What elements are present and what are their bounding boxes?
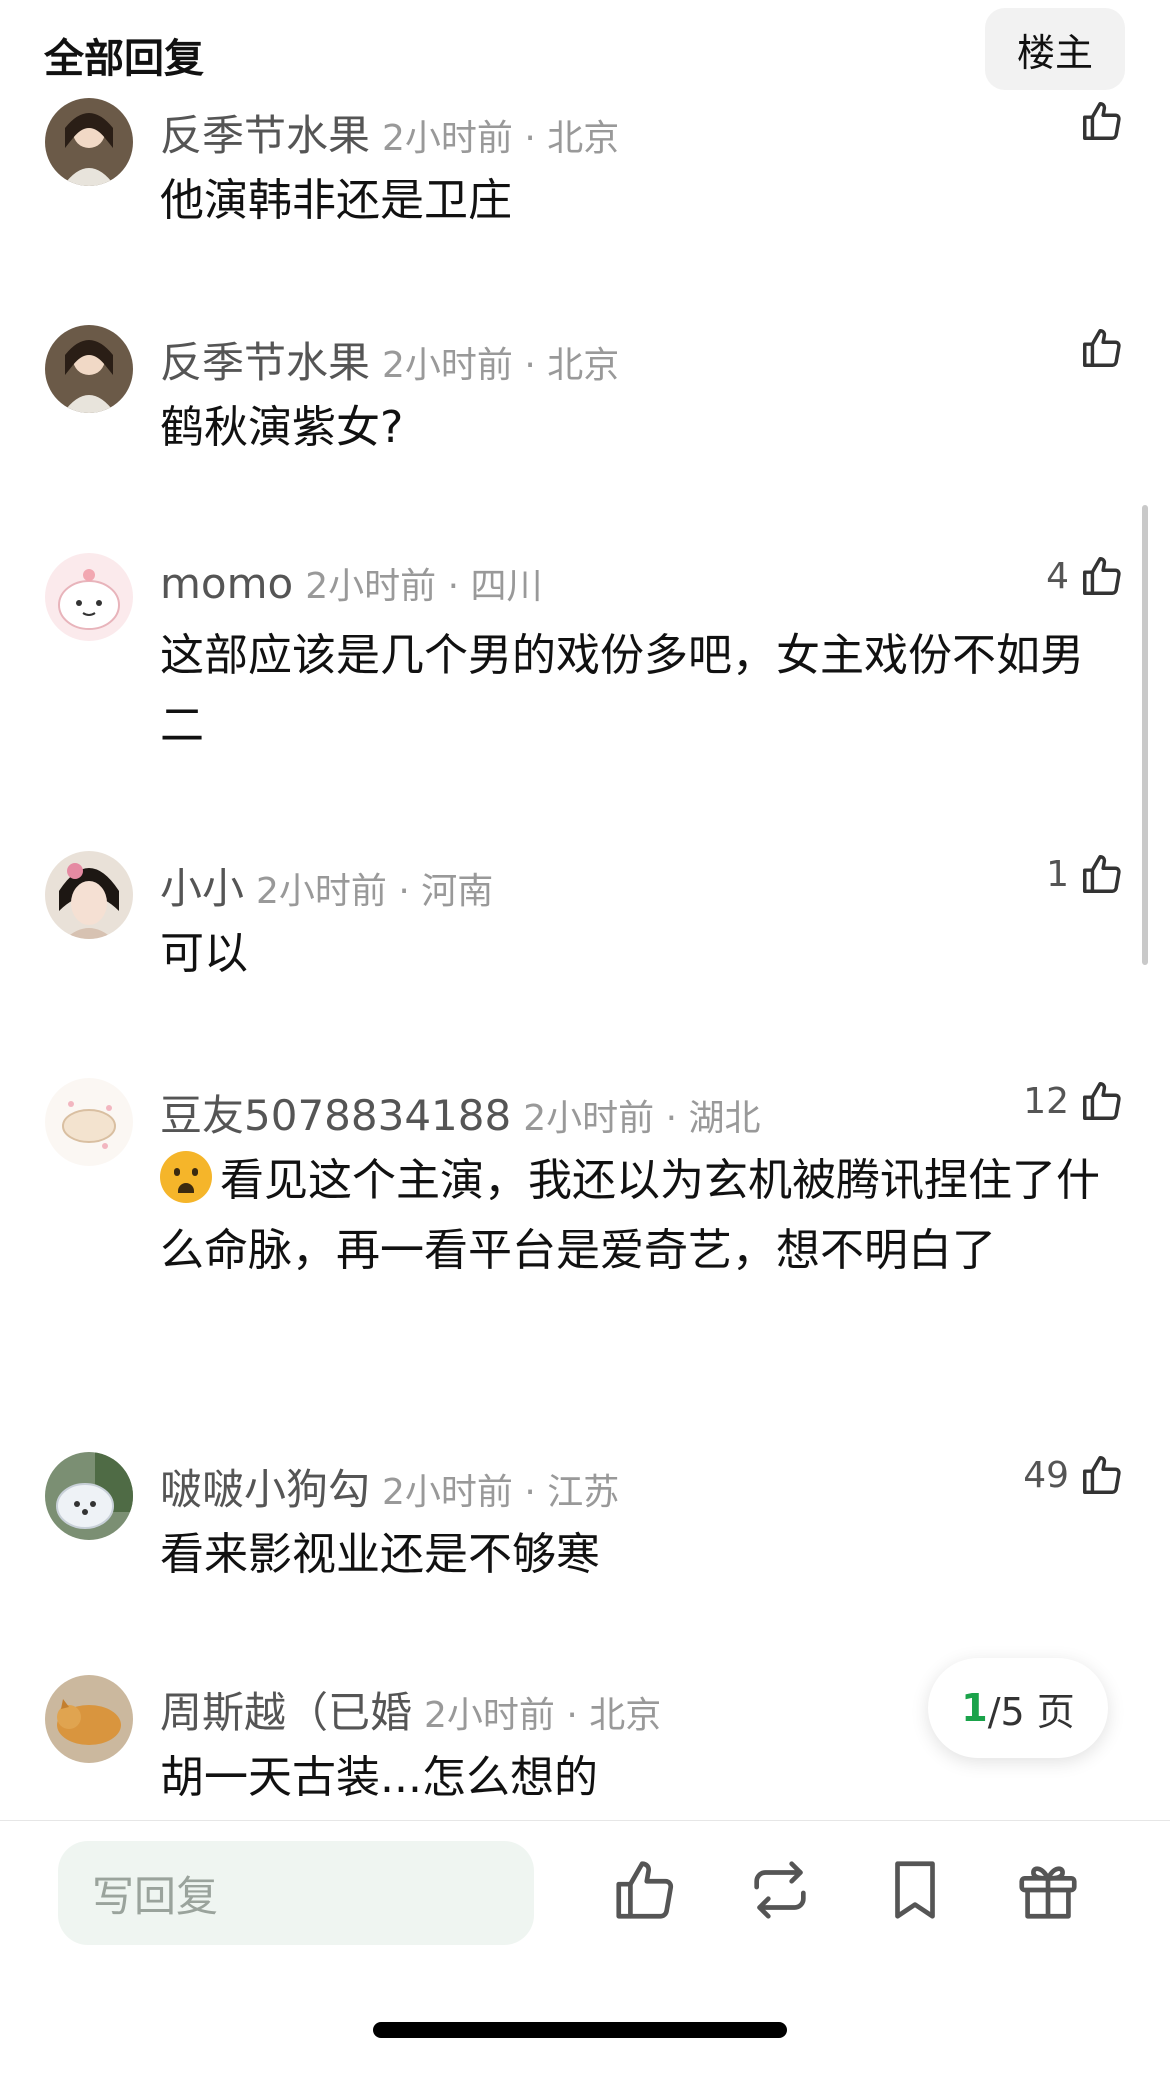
gift-button[interactable] bbox=[1013, 1855, 1083, 1925]
comment-time-location: 2小时前 · 湖北 bbox=[523, 1098, 761, 1139]
bookmark-icon bbox=[895, 1861, 935, 1919]
page-title: 全部回复 bbox=[44, 36, 204, 82]
avatar[interactable] bbox=[45, 1452, 133, 1540]
thumbs-up-icon bbox=[1083, 102, 1121, 140]
comment-text: 看见这个主演，我还以为玄机被腾讯捏住了什么命脉，再一看平台是爱奇艺，想不明白了 bbox=[160, 1146, 1110, 1286]
comment-meta: 周斯越（已婚 2小时前 · 北京 bbox=[160, 1679, 661, 1740]
thumbs-up-icon bbox=[1083, 557, 1121, 595]
username[interactable]: 啵啵小狗勾 bbox=[160, 1465, 370, 1514]
comment-meta: 反季节水果 2小时前 · 北京 bbox=[160, 102, 619, 163]
thumbs-up-icon bbox=[616, 1861, 674, 1919]
page-current: 1 bbox=[961, 1686, 988, 1730]
like-button[interactable]: 12 bbox=[1023, 1078, 1125, 1124]
comment-text: 看来影视业还是不够寒 bbox=[160, 1529, 600, 1580]
owner-only-button[interactable]: 楼主 bbox=[985, 8, 1125, 90]
username[interactable]: momo bbox=[160, 559, 293, 608]
like-button[interactable] bbox=[1069, 325, 1125, 371]
comment-meta: 小小 2小时前 · 河南 bbox=[160, 855, 493, 916]
comment-meta: 反季节水果 2小时前 · 北京 bbox=[160, 329, 619, 390]
thumbs-up-icon bbox=[1083, 1082, 1121, 1120]
like-count: 4 bbox=[1046, 555, 1069, 597]
gift-icon bbox=[1019, 1866, 1077, 1919]
comment-time-location: 2小时前 · 北京 bbox=[424, 1695, 662, 1736]
like-button[interactable] bbox=[1069, 98, 1125, 144]
like-action-button[interactable] bbox=[610, 1855, 680, 1925]
like-button[interactable]: 49 bbox=[1023, 1452, 1125, 1498]
like-button[interactable]: 1 bbox=[1046, 851, 1125, 897]
header: 全部回复 楼主 bbox=[0, 0, 1170, 110]
avatar[interactable] bbox=[45, 1078, 133, 1166]
comment-meta: 豆友5078834188 2小时前 · 湖北 bbox=[160, 1082, 760, 1143]
comment-meta: momo 2小时前 · 四川 bbox=[160, 557, 542, 609]
avatar[interactable] bbox=[45, 851, 133, 939]
username[interactable]: 小小 bbox=[160, 864, 244, 913]
comment-text: 这部应该是几个男的戏份多吧，女主戏份不如男二 bbox=[160, 630, 1084, 751]
scrollbar[interactable] bbox=[1142, 505, 1148, 965]
comment-time-location: 2小时前 · 北京 bbox=[382, 345, 620, 386]
reply-input[interactable]: 写回复 bbox=[58, 1841, 534, 1945]
avatar[interactable] bbox=[45, 1675, 133, 1763]
username[interactable]: 反季节水果 bbox=[160, 111, 370, 160]
avatar[interactable] bbox=[45, 553, 133, 641]
thumbs-up-icon bbox=[1083, 1456, 1121, 1494]
thumbs-up-icon bbox=[1083, 855, 1121, 893]
avatar[interactable] bbox=[45, 98, 133, 186]
page-indicator[interactable]: 1/5 页 bbox=[928, 1658, 1108, 1758]
home-indicator[interactable] bbox=[373, 2022, 787, 2038]
bottom-action-bar: 写回复 bbox=[0, 1820, 1170, 2090]
comment-text: 鹤秋演紫女? bbox=[160, 402, 404, 453]
worried-face-emoji bbox=[160, 1151, 212, 1203]
repost-button[interactable] bbox=[745, 1855, 815, 1925]
page-total: /5 页 bbox=[987, 1689, 1075, 1734]
avatar[interactable] bbox=[45, 325, 133, 413]
comment-text: 可以 bbox=[160, 928, 248, 979]
comment-time-location: 2小时前 · 四川 bbox=[305, 566, 543, 607]
username[interactable]: 周斯越（已婚 bbox=[160, 1688, 412, 1737]
username[interactable]: 反季节水果 bbox=[160, 338, 370, 387]
like-count: 12 bbox=[1023, 1080, 1069, 1122]
comment-text: 他演韩非还是卫庄 bbox=[160, 175, 512, 226]
repost-icon bbox=[754, 1861, 806, 1919]
like-count: 49 bbox=[1023, 1454, 1069, 1496]
bookmark-button[interactable] bbox=[880, 1855, 950, 1925]
username[interactable]: 豆友5078834188 bbox=[160, 1091, 511, 1140]
like-count: 1 bbox=[1046, 853, 1069, 895]
like-button[interactable]: 4 bbox=[1046, 553, 1125, 599]
comment-meta: 啵啵小狗勾 2小时前 · 江苏 bbox=[160, 1456, 619, 1517]
thumbs-up-icon bbox=[1083, 329, 1121, 367]
comment-text-content: 看见这个主演，我还以为玄机被腾讯捏住了什么命脉，再一看平台是爱奇艺，想不明白了 bbox=[160, 1155, 1100, 1276]
comment-time-location: 2小时前 · 江苏 bbox=[382, 1472, 620, 1513]
comment-time-location: 2小时前 · 河南 bbox=[256, 871, 494, 912]
comment-time-location: 2小时前 · 北京 bbox=[382, 118, 620, 159]
